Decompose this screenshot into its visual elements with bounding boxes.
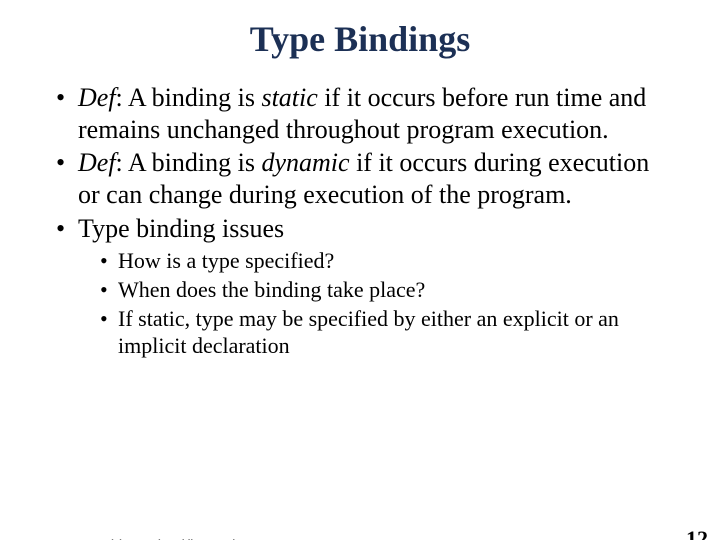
bullet-level1: • Def: A binding is dynamic if it occurs… [56, 147, 670, 210]
text: When does the binding take place? [118, 277, 425, 302]
text: If static, type may be specified by eith… [118, 306, 619, 358]
bullet-level2: • If static, type may be specified by ei… [100, 305, 670, 360]
text: : A binding is [116, 83, 262, 112]
text: Type binding issues [78, 214, 284, 243]
term-def: Def [78, 148, 116, 177]
bullet-level1: • Type binding issues [56, 213, 670, 245]
text: : A binding is [116, 148, 262, 177]
bullet-dot-icon: • [100, 305, 118, 332]
page-number: 12 [686, 526, 708, 540]
slide: Type Bindings • Def: A binding is static… [0, 18, 720, 540]
slide-body: • Def: A binding is static if it occurs … [56, 82, 670, 360]
bullet-dot-icon: • [56, 213, 78, 245]
text: How is a type specified? [118, 248, 334, 273]
bullet-level1: • Def: A binding is static if it occurs … [56, 82, 670, 145]
term-dynamic: dynamic [261, 148, 349, 177]
bullet-level2: • How is a type specified? [100, 247, 670, 274]
slide-title: Type Bindings [0, 18, 720, 60]
term-static: static [261, 83, 317, 112]
bullet-dot-icon: • [100, 247, 118, 274]
bullet-level2: • When does the binding take place? [100, 276, 670, 303]
bullet-dot-icon: • [56, 82, 78, 114]
bullet-dot-icon: • [100, 276, 118, 303]
term-def: Def [78, 83, 116, 112]
bullet-dot-icon: • [56, 147, 78, 179]
